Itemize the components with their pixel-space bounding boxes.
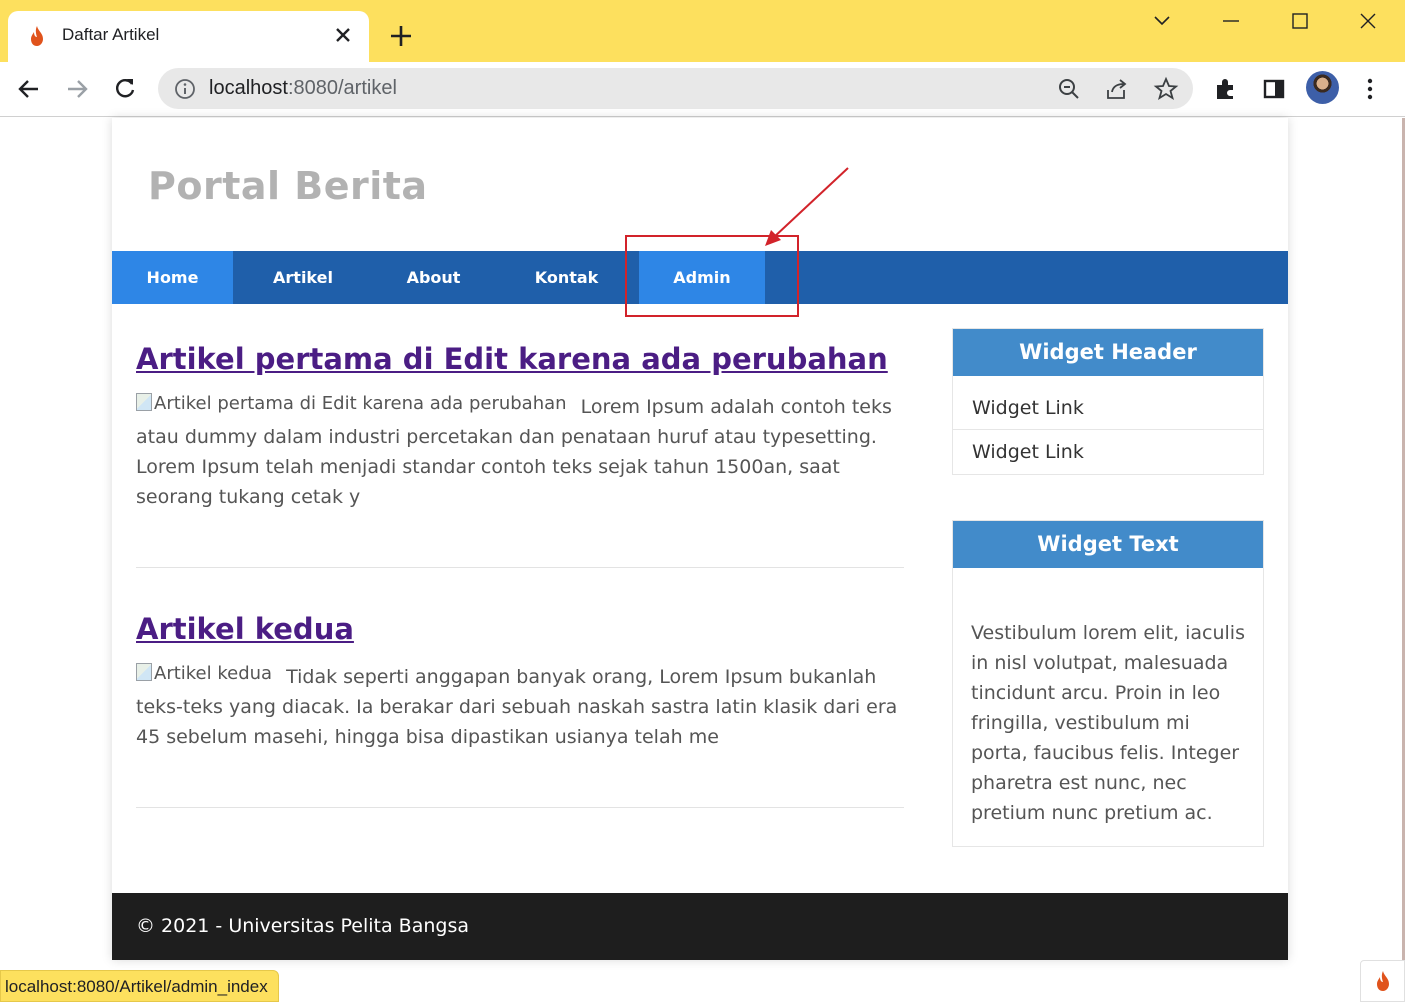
nav-kontak[interactable]: Kontak <box>494 251 639 304</box>
site-title: Portal Berita <box>148 164 428 208</box>
article-divider <box>136 567 904 568</box>
window-close-icon[interactable] <box>1355 8 1381 34</box>
flame-icon <box>31 26 43 46</box>
side-panel-icon[interactable] <box>1261 76 1287 102</box>
more-icon[interactable] <box>1357 76 1383 102</box>
widget-header: Widget Header <box>953 329 1263 376</box>
browser-tab[interactable]: Daftar Artikel <box>8 11 369 62</box>
article-image: Artikel kedua <box>136 659 272 689</box>
close-icon[interactable] <box>333 25 353 45</box>
article-title-link[interactable]: Artikel pertama di Edit karena ada perub… <box>136 342 888 376</box>
widget-links: Widget Header Widget Link Widget Link <box>952 328 1264 475</box>
debug-toolbar-toggle[interactable] <box>1360 960 1405 1002</box>
nav-home[interactable]: Home <box>112 251 233 304</box>
article-item: Artikel kedua Artikel kedua Tidak seperti… <box>136 612 904 752</box>
url-path: :8080/artikel <box>287 77 397 99</box>
flame-icon <box>1377 971 1389 991</box>
maximize-icon[interactable] <box>1287 8 1313 34</box>
nav-artikel[interactable]: Artikel <box>233 251 373 304</box>
widget-text: Widget Text Vestibulum lorem elit, iacul… <box>952 520 1264 847</box>
star-icon[interactable] <box>1153 76 1179 102</box>
article-item: Artikel pertama di Edit karena ada perub… <box>136 342 904 512</box>
url-host: localhost <box>209 77 288 99</box>
chevron-down-icon[interactable] <box>1149 8 1175 34</box>
share-icon[interactable] <box>1104 76 1130 102</box>
tab-title: Daftar Artikel <box>62 25 160 44</box>
article-excerpt: Artikel kedua Tidak seperti anggapan bany… <box>136 662 904 752</box>
forward-icon[interactable] <box>64 76 90 102</box>
widget-text-body: Vestibulum lorem elit, iaculis in nisl v… <box>971 622 1245 824</box>
widget-link[interactable]: Widget Link <box>953 430 1263 474</box>
widget-link[interactable]: Widget Link <box>953 386 1263 430</box>
article-divider <box>136 807 904 808</box>
extensions-icon[interactable] <box>1213 76 1239 102</box>
browser-toolbar: localhost:8080/artikel <box>0 62 1405 117</box>
reload-icon[interactable] <box>112 76 138 102</box>
browser-title-bar: Daftar Artikel <box>0 0 1405 62</box>
address-bar[interactable]: localhost:8080/artikel <box>158 68 1193 109</box>
info-icon[interactable] <box>174 78 196 100</box>
zoom-icon[interactable] <box>1056 76 1082 102</box>
plus-icon[interactable] <box>388 23 414 49</box>
nav-about[interactable]: About <box>373 251 494 304</box>
article-title-link[interactable]: Artikel kedua <box>136 612 354 646</box>
article-excerpt: Artikel pertama di Edit karena ada perub… <box>136 392 904 512</box>
site-footer: © 2021 - Universitas Pelita Bangsa <box>112 893 1288 960</box>
article-image: Artikel pertama di Edit karena ada perub… <box>136 389 567 419</box>
minimize-icon[interactable] <box>1218 8 1244 34</box>
annotation-arrow <box>765 167 849 246</box>
back-icon[interactable] <box>16 76 42 102</box>
widget-header: Widget Text <box>953 521 1263 568</box>
profile-avatar[interactable] <box>1306 71 1339 104</box>
status-bar-url: localhost:8080/Artikel/admin_index <box>0 970 279 1002</box>
url-text[interactable]: localhost:8080/artikel <box>209 77 397 100</box>
